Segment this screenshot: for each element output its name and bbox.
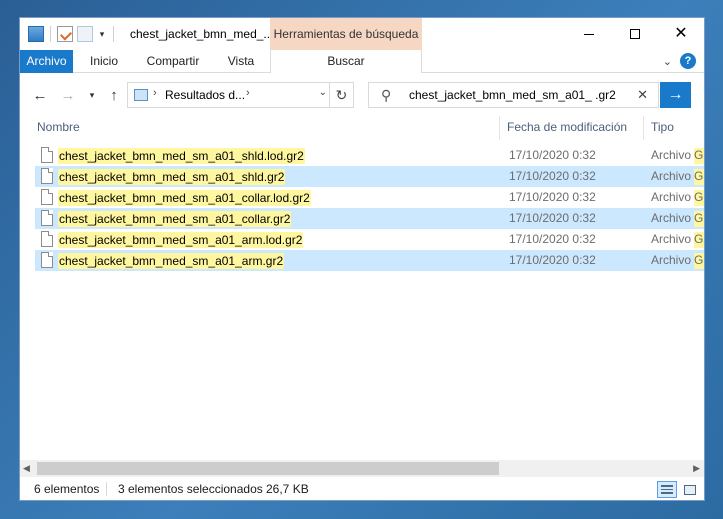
breadcrumb-separator-icon[interactable]: › bbox=[246, 87, 250, 99]
column-header-date[interactable]: Fecha de modificación bbox=[507, 120, 627, 134]
properties-icon[interactable] bbox=[57, 26, 73, 42]
column-divider[interactable] bbox=[643, 116, 644, 140]
navigation-bar: ← → ▾ ↑ › Resultados d... › ⌄ ↻ ⚲ ✕ → bbox=[20, 78, 704, 112]
file-type-truncated: G bbox=[694, 253, 704, 269]
horizontal-scrollbar[interactable]: ◀ ▶ bbox=[20, 460, 704, 477]
file-icon bbox=[41, 210, 53, 226]
file-name: chest_jacket_bmn_med_sm_a01_arm.gr2 bbox=[58, 253, 285, 269]
list-item[interactable]: chest_jacket_bmn_med_sm_a01_shld.gr2 17/… bbox=[35, 166, 704, 187]
list-item[interactable]: chest_jacket_bmn_med_sm_a01_collar.gr2 1… bbox=[35, 208, 704, 229]
breadcrumb[interactable]: Resultados d... bbox=[165, 88, 245, 102]
file-type: Archivo bbox=[651, 190, 692, 204]
column-header-type[interactable]: Tipo bbox=[651, 120, 674, 134]
column-headers: Nombre Fecha de modificación Tipo bbox=[20, 116, 704, 140]
column-divider[interactable] bbox=[499, 116, 500, 140]
file-icon bbox=[41, 231, 53, 247]
file-icon bbox=[41, 147, 53, 163]
file-type: Archivo bbox=[651, 232, 692, 246]
help-icon[interactable]: ? bbox=[680, 53, 696, 69]
file-type: Archivo bbox=[651, 148, 692, 162]
tab-archivo[interactable]: Archivo bbox=[20, 50, 73, 73]
minimize-icon bbox=[584, 33, 594, 35]
quick-access-toolbar: ▾ bbox=[28, 25, 116, 43]
file-date: 17/10/2020 0:32 bbox=[509, 148, 596, 162]
tab-inicio[interactable]: Inicio bbox=[80, 50, 128, 73]
file-type-truncated: G bbox=[694, 211, 704, 227]
scroll-left-arrow-icon[interactable]: ◀ bbox=[23, 463, 30, 474]
details-view-button[interactable] bbox=[657, 481, 677, 498]
tab-buscar[interactable]: Buscar bbox=[270, 50, 422, 73]
window-controls: ✕ bbox=[566, 18, 704, 50]
details-view-icon bbox=[661, 485, 673, 494]
search-go-button[interactable]: → bbox=[660, 82, 691, 108]
file-name: chest_jacket_bmn_med_sm_a01_collar.gr2 bbox=[58, 211, 292, 227]
file-type: Archivo bbox=[651, 211, 692, 225]
file-date: 17/10/2020 0:32 bbox=[509, 211, 596, 225]
search-box[interactable]: ⚲ ✕ bbox=[368, 82, 659, 108]
address-history-chevron-icon[interactable]: ⌄ bbox=[319, 87, 327, 98]
file-date: 17/10/2020 0:32 bbox=[509, 253, 596, 267]
forward-button[interactable]: → bbox=[58, 85, 78, 105]
file-icon bbox=[41, 252, 53, 268]
title-bar: ▾ chest_jacket_bmn_med_... Herramientas … bbox=[20, 18, 704, 50]
tab-compartir[interactable]: Compartir bbox=[133, 50, 213, 73]
ribbon-tabs: Archivo Inicio Compartir Vista Buscar ⌄ … bbox=[20, 50, 704, 73]
toolbar-separator bbox=[113, 26, 114, 42]
clear-search-icon[interactable]: ✕ bbox=[637, 87, 648, 103]
file-type: Archivo bbox=[651, 169, 692, 183]
large-icons-view-button[interactable] bbox=[680, 481, 700, 498]
selected-size: 26,7 KB bbox=[266, 482, 309, 496]
file-type-truncated: G bbox=[694, 190, 704, 206]
file-name: chest_jacket_bmn_med_sm_a01_arm.lod.gr2 bbox=[58, 232, 304, 248]
expand-ribbon-chevron-icon[interactable]: ⌄ bbox=[663, 55, 672, 68]
new-folder-icon[interactable] bbox=[77, 26, 93, 42]
file-date: 17/10/2020 0:32 bbox=[509, 190, 596, 204]
breadcrumb-separator-icon[interactable]: › bbox=[153, 87, 157, 99]
selected-count: 3 elementos seleccionados bbox=[118, 482, 263, 496]
large-icons-view-icon bbox=[684, 484, 696, 495]
close-button[interactable]: ✕ bbox=[658, 18, 704, 50]
window-title: chest_jacket_bmn_med_... bbox=[130, 27, 274, 41]
status-separator bbox=[106, 482, 107, 496]
maximize-button[interactable] bbox=[612, 18, 658, 50]
file-name: chest_jacket_bmn_med_sm_a01_collar.lod.g… bbox=[58, 190, 311, 206]
tab-vista[interactable]: Vista bbox=[218, 50, 264, 73]
item-count: 6 elementos bbox=[34, 482, 100, 496]
customize-toolbar-chevron-icon[interactable]: ▾ bbox=[97, 29, 107, 40]
file-name: chest_jacket_bmn_med_sm_a01_shld.lod.gr2 bbox=[58, 148, 305, 164]
file-date: 17/10/2020 0:32 bbox=[509, 232, 596, 246]
file-type-truncated: G bbox=[694, 169, 704, 185]
status-bar: 6 elementos 3 elementos seleccionados 26… bbox=[20, 477, 704, 500]
list-item[interactable]: chest_jacket_bmn_med_sm_a01_arm.gr2 17/1… bbox=[35, 250, 704, 271]
list-item[interactable]: chest_jacket_bmn_med_sm_a01_shld.lod.gr2… bbox=[35, 145, 704, 166]
search-icon: ⚲ bbox=[381, 87, 392, 103]
up-button[interactable]: ↑ bbox=[104, 85, 124, 105]
scroll-right-arrow-icon[interactable]: ▶ bbox=[693, 463, 700, 474]
back-button[interactable]: ← bbox=[30, 85, 50, 105]
file-type-truncated: G bbox=[694, 148, 704, 164]
maximize-icon bbox=[630, 29, 640, 39]
minimize-button[interactable] bbox=[566, 18, 612, 50]
toolbar-separator bbox=[50, 26, 51, 42]
file-date: 17/10/2020 0:32 bbox=[509, 169, 596, 183]
file-type-truncated: G bbox=[694, 232, 704, 248]
column-header-name[interactable]: Nombre bbox=[37, 120, 80, 134]
search-results-folder-icon bbox=[134, 89, 148, 101]
file-type: Archivo bbox=[651, 253, 692, 267]
list-item[interactable]: chest_jacket_bmn_med_sm_a01_arm.lod.gr2 … bbox=[35, 229, 704, 250]
search-tools-contextual-header: Herramientas de búsqueda bbox=[270, 18, 422, 50]
close-icon: ✕ bbox=[674, 25, 688, 42]
scrollbar-thumb[interactable] bbox=[37, 462, 499, 475]
explorer-icon[interactable] bbox=[28, 26, 44, 42]
file-explorer-window: ▾ chest_jacket_bmn_med_... Herramientas … bbox=[19, 17, 705, 501]
refresh-button[interactable]: ↻ bbox=[329, 83, 353, 107]
file-icon bbox=[41, 168, 53, 184]
recent-locations-chevron-icon[interactable]: ▾ bbox=[85, 85, 99, 105]
ribbon-right-controls: ⌄ ? bbox=[663, 53, 696, 69]
file-icon bbox=[41, 189, 53, 205]
search-input[interactable] bbox=[409, 87, 619, 103]
list-item[interactable]: chest_jacket_bmn_med_sm_a01_collar.lod.g… bbox=[35, 187, 704, 208]
file-name: chest_jacket_bmn_med_sm_a01_shld.gr2 bbox=[58, 169, 286, 185]
address-bar[interactable]: › Resultados d... › ⌄ ↻ bbox=[127, 82, 354, 108]
